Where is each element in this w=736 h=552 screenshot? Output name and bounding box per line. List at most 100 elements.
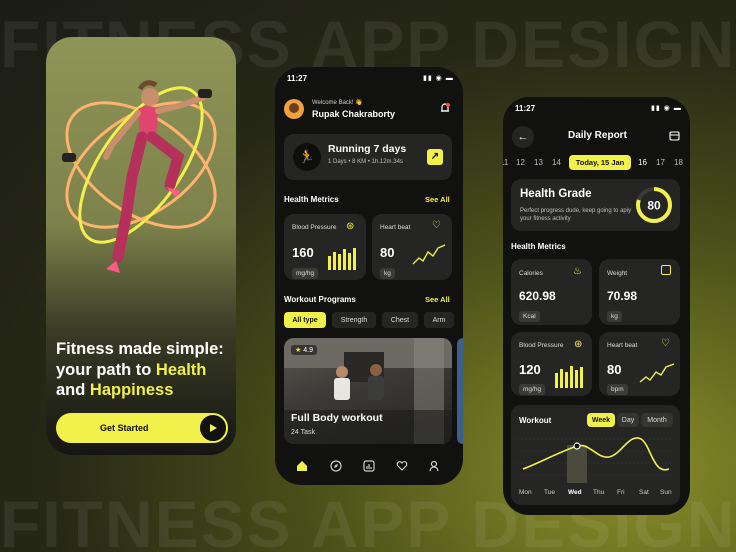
health-grade-card[interactable]: Health Grade Perfect progress dude, keep… (511, 179, 680, 231)
calories-unit: Kcal (519, 311, 540, 322)
day-16[interactable]: 16 (638, 158, 647, 167)
report-hb-value: 80 (607, 362, 622, 377)
status-time: 11:27 (515, 104, 536, 113)
workout-chart-card[interactable]: Workout Week Day Month Mon Tue Wed Thu F… (511, 405, 680, 505)
weekday-sun[interactable]: Sun (660, 489, 672, 496)
status-time: 11:27 (287, 74, 308, 83)
see-all-metrics-link[interactable]: See All (425, 195, 450, 204)
program-card-full-body[interactable]: ★ 4.9 Full Body workout 24 Task (284, 338, 452, 444)
bell-icon[interactable] (439, 102, 451, 114)
grade-ring: 80 (636, 187, 672, 223)
energy-rings-illustration (62, 80, 217, 273)
headline-line-3: and (56, 381, 90, 399)
status-icons: ▮▮ ◉ ▬ (651, 105, 682, 112)
filter-chest[interactable]: Chest (382, 312, 418, 328)
star-icon: ★ (295, 347, 302, 354)
profile-icon[interactable] (428, 460, 440, 472)
user-name: Rupak Chakraborty (312, 109, 396, 119)
weight-card[interactable]: Weight 70.98 kg (599, 259, 680, 325)
filter-strength[interactable]: Strength (332, 312, 376, 328)
report-heart-beat-card[interactable]: Heart beat ♡ 80 bpm (599, 332, 680, 396)
filter-all-type[interactable]: All type (284, 312, 326, 328)
running-icon: 🏃 (293, 143, 321, 171)
day-11[interactable]: 11 (503, 158, 508, 167)
heart-beat-card[interactable]: Heart beat ♡ 80 kg (372, 214, 452, 280)
day-13[interactable]: 13 (534, 158, 543, 167)
flame-icon: ♨ (573, 266, 582, 277)
selected-day-highlight (567, 445, 587, 483)
hb-unit: kg (380, 268, 395, 279)
program-tasks: 24 Task (291, 429, 315, 436)
back-arrow-icon[interactable]: ← (512, 126, 534, 148)
see-all-programs-link[interactable]: See All (425, 295, 450, 304)
day-12[interactable]: 12 (516, 158, 525, 167)
day-17[interactable]: 17 (656, 158, 665, 167)
day-18[interactable]: 18 (674, 158, 683, 167)
blood-drop-icon: ⊛ (574, 339, 583, 350)
program-title: Full Body workout (291, 412, 383, 424)
day-14[interactable]: 14 (552, 158, 561, 167)
bp-bar-sparkline (328, 248, 356, 270)
welcome-text: Welcome Back! 👋 (312, 100, 363, 106)
headline-line-2: your path to (56, 360, 156, 379)
avatar[interactable] (284, 99, 304, 119)
report-bp-unit: mg/hg (519, 384, 546, 395)
daily-report-screen: 11:27 ▮▮ ◉ ▬ ← Daily Report 11 12 13 14 … (503, 97, 690, 515)
play-icon[interactable] (198, 413, 228, 443)
hb-value: 80 (380, 245, 395, 260)
hb-line-sparkline (412, 244, 446, 265)
streak-title: Running 7 days (328, 143, 407, 155)
range-week[interactable]: Week (587, 413, 615, 427)
calories-value: 620.98 (519, 289, 556, 303)
headline-line-1: Fitness made simple: (56, 340, 224, 358)
heart-pulse-icon: ♡ (661, 338, 670, 349)
heart-pulse-icon: ♡ (432, 220, 441, 231)
calories-card[interactable]: Calories ♨ 620.98 Kcal (511, 259, 592, 325)
grade-score: 80 (647, 199, 661, 213)
streak-card[interactable]: 🏃 Running 7 days 1 Days • 8 KM • 1h.12m.… (284, 134, 452, 180)
report-bp-bar-sparkline (555, 366, 583, 388)
report-bp-card[interactable]: Blood Pressure ⊛ 120 mg/hg (511, 332, 592, 396)
heart-icon[interactable] (396, 460, 408, 472)
workout-title: Workout (519, 416, 552, 425)
filter-arm[interactable]: Arm (424, 312, 454, 328)
range-day[interactable]: Day (617, 413, 639, 427)
weekday-mon[interactable]: Mon (519, 489, 532, 496)
weight-value: 70.98 (607, 289, 638, 303)
compass-icon[interactable] (330, 460, 342, 472)
home-screen: 11:27 ▮▮ ◉ ▬ Welcome Back! 👋 Rupak Chakr… (275, 67, 463, 485)
grade-description: Perfect progress dude, keep going to api… (520, 208, 632, 222)
report-bp-value: 120 (519, 362, 541, 377)
program-rating: 4.9 (303, 347, 313, 354)
next-program-card-peek[interactable] (457, 338, 463, 444)
scale-icon (661, 265, 671, 275)
range-month[interactable]: Month (641, 413, 673, 427)
weekday-sat[interactable]: Sat (639, 489, 649, 496)
streak-meta: 1 Days • 8 KM • 1h.12m.34s (328, 159, 403, 165)
status-icons: ▮▮ ◉ ▬ (423, 75, 454, 82)
report-title: Daily Report (568, 130, 627, 141)
blood-pressure-card[interactable]: Blood Pressure ⊛ 160 mg/hg (284, 214, 366, 280)
hb-label: Heart beat (380, 224, 411, 231)
health-metrics-title: Health Metrics (284, 195, 339, 204)
report-bp-label: Blood Pressure (519, 342, 564, 349)
headline-health: Health (155, 360, 207, 379)
arrow-up-right-icon[interactable]: ↗ (427, 149, 443, 165)
report-hb-unit: bpm (607, 384, 628, 395)
weekday-tue[interactable]: Tue (544, 489, 555, 496)
onboarding-headline: Fitness made simple: your path to Health… (56, 339, 231, 401)
day-today[interactable]: Today, 15 Jan (569, 155, 631, 170)
onboarding-screen: Fitness made simple: your path to Health… (46, 37, 236, 455)
weight-unit: kg (607, 311, 622, 322)
weekday-thu[interactable]: Thu (593, 489, 604, 496)
weekday-fri[interactable]: Fri (617, 489, 625, 496)
chart-icon[interactable] (363, 460, 375, 472)
blood-drop-icon: ⊛ (346, 221, 355, 232)
rating-badge: ★ 4.9 (291, 345, 317, 355)
calendar-icon[interactable] (669, 130, 680, 141)
grade-title: Health Grade (520, 188, 592, 200)
bp-value: 160 (292, 245, 314, 260)
weekday-wed[interactable]: Wed (568, 489, 582, 496)
report-hb-label: Heart beat (607, 342, 638, 349)
home-icon[interactable] (296, 460, 308, 472)
